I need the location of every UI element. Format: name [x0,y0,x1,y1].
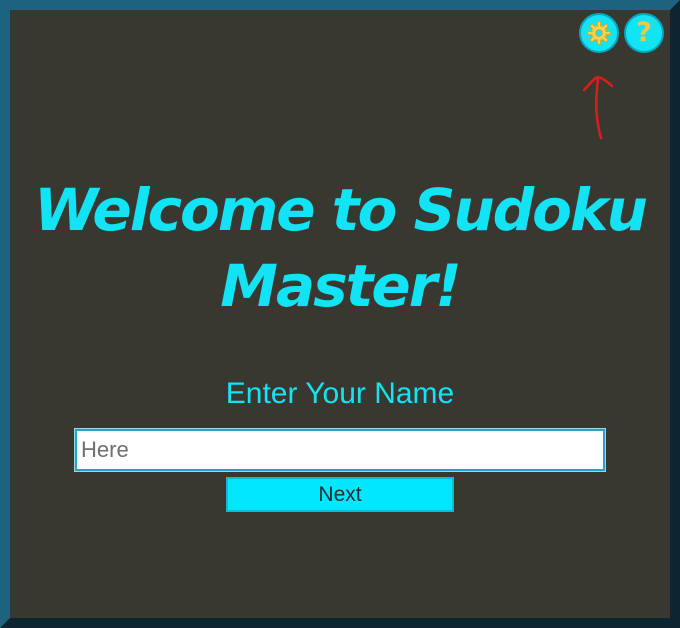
question-mark-icon: ? [636,17,652,48]
app-window: ? Welcome to Sudoku Master! Enter Your N… [0,0,680,628]
welcome-title: Welcome to Sudoku Master! [34,176,648,320]
gear-icon [587,21,611,45]
settings-button[interactable] [579,13,619,53]
help-button[interactable]: ? [624,13,664,53]
name-prompt-label: Enter Your Name [225,377,455,410]
red-arrow-icon [582,75,614,140]
next-button[interactable]: Next [226,477,454,512]
name-input[interactable] [74,428,606,472]
